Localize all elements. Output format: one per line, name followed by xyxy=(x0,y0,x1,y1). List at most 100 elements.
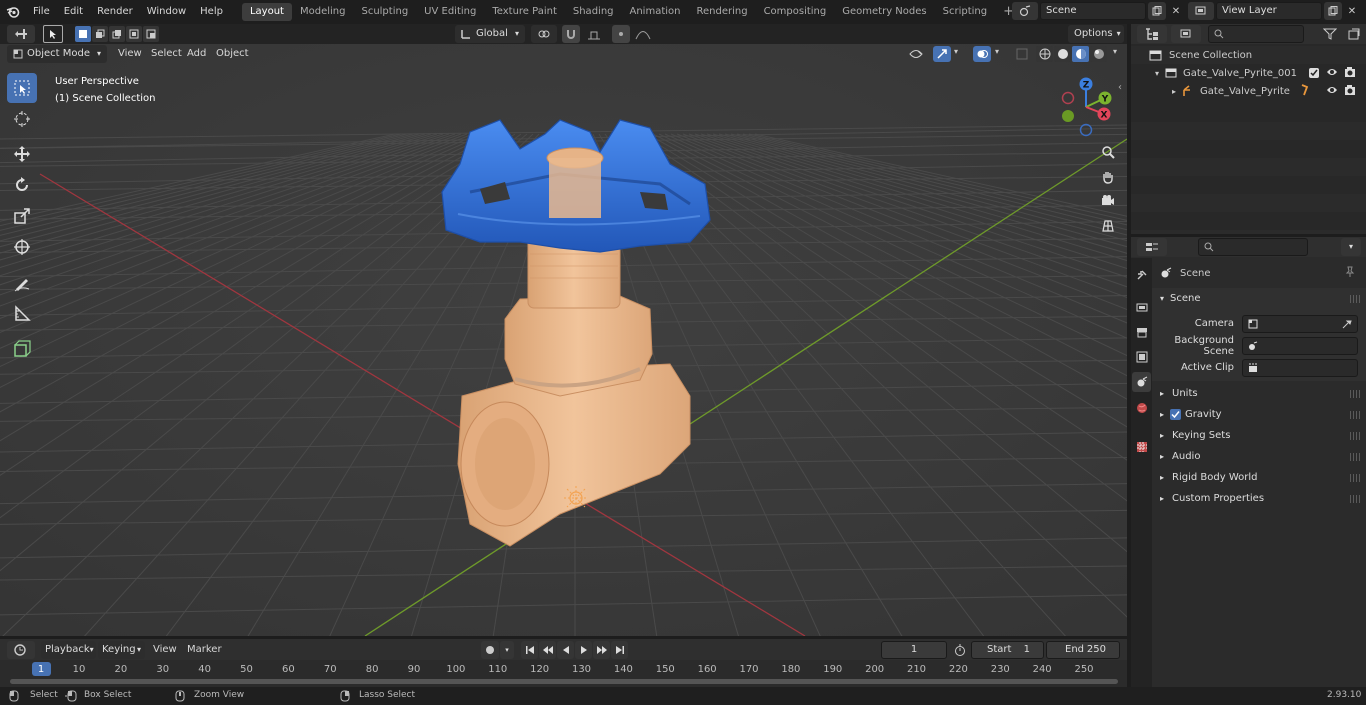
scene-name-field[interactable]: Scene xyxy=(1040,2,1146,20)
timeline-editor-type-icon[interactable] xyxy=(7,641,35,659)
shading-dropdown-icon[interactable]: ▾ xyxy=(1113,47,1117,56)
tab-scripting[interactable]: Scripting xyxy=(935,3,995,21)
display-mode-icon[interactable] xyxy=(1171,25,1201,43)
drag-grip-icon[interactable] xyxy=(1350,431,1360,440)
texture-tab-icon[interactable] xyxy=(1133,438,1150,456)
gate-valve-model[interactable] xyxy=(0,24,1127,636)
timeline-menu-view[interactable]: View xyxy=(146,640,184,660)
select-intersect-icon[interactable] xyxy=(143,26,159,42)
drag-grip-icon[interactable] xyxy=(1350,473,1360,482)
viewport-menu-object[interactable]: Object xyxy=(209,44,256,64)
tab-sculpting[interactable]: Sculpting xyxy=(353,3,416,21)
active-clip-field[interactable] xyxy=(1242,359,1358,377)
timeline-scrollbar[interactable] xyxy=(10,679,1118,684)
view-layer-field[interactable]: View Layer xyxy=(1216,2,1322,20)
visibility-eye-icon[interactable] xyxy=(1326,66,1338,81)
current-frame-field[interactable]: 1 xyxy=(881,641,947,659)
camera-field[interactable] xyxy=(1242,315,1358,333)
editor-type-icon[interactable] xyxy=(7,25,35,43)
zoom-icon[interactable] xyxy=(1097,141,1119,163)
menu-help[interactable]: Help xyxy=(193,2,230,22)
move-tool-icon[interactable] xyxy=(7,139,37,169)
render-camera-icon[interactable] xyxy=(1344,84,1356,99)
drag-grip-icon[interactable] xyxy=(1350,389,1360,398)
tab-uv-editing[interactable]: UV Editing xyxy=(416,3,484,21)
measure-tool-icon[interactable] xyxy=(7,299,37,329)
collapse-arrow-icon[interactable]: ▸ xyxy=(1172,87,1176,96)
pan-hand-icon[interactable] xyxy=(1097,166,1119,188)
ortho-grid-icon[interactable] xyxy=(1097,215,1119,237)
drag-grip-icon[interactable] xyxy=(1350,410,1360,419)
new-collection-icon[interactable] xyxy=(1345,26,1363,42)
view-layer-icon[interactable] xyxy=(1188,2,1214,20)
visibility-eye-icon[interactable] xyxy=(1326,84,1338,99)
navigation-gizmo[interactable]: Z Y X xyxy=(1055,76,1117,138)
scene-tab-icon[interactable] xyxy=(1132,372,1151,392)
add-cube-tool-icon[interactable] xyxy=(7,334,37,364)
proportional-edit-icon[interactable] xyxy=(612,25,630,43)
rigid-body-world-panel-header[interactable]: ▸ Rigid Body World xyxy=(1152,467,1366,488)
scale-tool-icon[interactable] xyxy=(7,201,37,231)
jump-start-icon[interactable] xyxy=(521,641,538,659)
stopwatch-icon[interactable] xyxy=(952,642,968,658)
auto-key-dropdown-icon[interactable]: ▾ xyxy=(500,641,514,659)
tab-compositing[interactable]: Compositing xyxy=(756,3,835,21)
keying-sets-panel-header[interactable]: ▸ Keying Sets xyxy=(1152,425,1366,446)
output-tab-icon[interactable] xyxy=(1133,323,1150,341)
custom-properties-panel-header[interactable]: ▸ Custom Properties xyxy=(1152,488,1366,509)
record-keyframe-icon[interactable] xyxy=(481,641,499,659)
rendered-shading-icon[interactable] xyxy=(1090,46,1107,62)
viewport-3d[interactable]: User Perspective (1) Scene Collection Z xyxy=(0,24,1127,636)
menu-edit[interactable]: Edit xyxy=(57,2,90,22)
material-shading-icon[interactable] xyxy=(1072,46,1089,62)
sidebar-toggle-icon[interactable]: ‹ xyxy=(1118,82,1122,93)
snap-toggle-icon[interactable] xyxy=(562,25,580,43)
world-tab-icon[interactable] xyxy=(1133,399,1150,417)
wireframe-shading-icon[interactable] xyxy=(1036,46,1053,62)
playback-dropdown[interactable]: Playback ▾ xyxy=(41,641,96,659)
xray-toggle-icon[interactable] xyxy=(1014,46,1030,62)
pivot-point-icon[interactable] xyxy=(531,25,557,43)
select-box-tool-icon[interactable] xyxy=(7,73,37,103)
play-icon[interactable] xyxy=(575,641,592,659)
menu-render[interactable]: Render xyxy=(90,2,140,22)
next-keyframe-icon[interactable] xyxy=(593,641,610,659)
rotate-tool-icon[interactable] xyxy=(7,170,37,200)
outliner-editor-type-icon[interactable] xyxy=(1137,25,1167,43)
tool-tab-icon[interactable] xyxy=(1133,266,1150,284)
blender-logo-icon[interactable] xyxy=(0,0,26,24)
scene-panel-header[interactable]: ▾ Scene xyxy=(1152,288,1366,309)
select-new-icon[interactable] xyxy=(75,26,91,42)
menu-file[interactable]: File xyxy=(26,2,57,22)
background-scene-field[interactable] xyxy=(1242,337,1358,355)
filter-icon[interactable] xyxy=(1317,26,1343,42)
jump-end-icon[interactable] xyxy=(611,641,628,659)
prev-keyframe-icon[interactable] xyxy=(539,641,556,659)
timeline-menu-marker[interactable]: Marker xyxy=(180,640,229,660)
mode-dropdown[interactable]: Object Mode ▾ xyxy=(7,45,107,63)
options-dropdown[interactable]: Options ▾ xyxy=(1068,25,1124,43)
visibility-selectability-icon[interactable] xyxy=(902,46,930,62)
gravity-checkbox[interactable] xyxy=(1170,409,1182,420)
properties-editor-type-icon[interactable] xyxy=(1137,238,1167,256)
tab-modeling[interactable]: Modeling xyxy=(292,3,354,21)
select-subtract-icon[interactable] xyxy=(109,26,125,42)
new-view-layer-icon[interactable] xyxy=(1324,2,1342,20)
drag-grip-icon[interactable] xyxy=(1350,452,1360,461)
properties-options-icon[interactable]: ▾ xyxy=(1341,238,1361,256)
select-extend-icon[interactable] xyxy=(92,26,108,42)
annotate-tool-icon[interactable] xyxy=(7,268,37,298)
falloff-curve-icon[interactable] xyxy=(631,25,655,43)
outliner-search-input[interactable] xyxy=(1208,25,1304,43)
tab-animation[interactable]: Animation xyxy=(622,3,689,21)
select-mode-set-icon[interactable] xyxy=(43,25,63,43)
play-reverse-icon[interactable] xyxy=(557,641,574,659)
view-layer-tab-icon[interactable] xyxy=(1133,348,1150,366)
transform-tool-icon[interactable] xyxy=(7,232,37,262)
outliner-row-object[interactable]: ▸ Gate_Valve_Pyrite xyxy=(1131,82,1366,100)
outliner-row-scene-collection[interactable]: Scene Collection xyxy=(1131,46,1366,64)
solid-shading-icon[interactable] xyxy=(1054,46,1071,62)
drag-grip-icon[interactable] xyxy=(1350,494,1360,503)
cursor-tool-icon[interactable] xyxy=(7,104,37,134)
audio-panel-header[interactable]: ▸ Audio xyxy=(1152,446,1366,467)
